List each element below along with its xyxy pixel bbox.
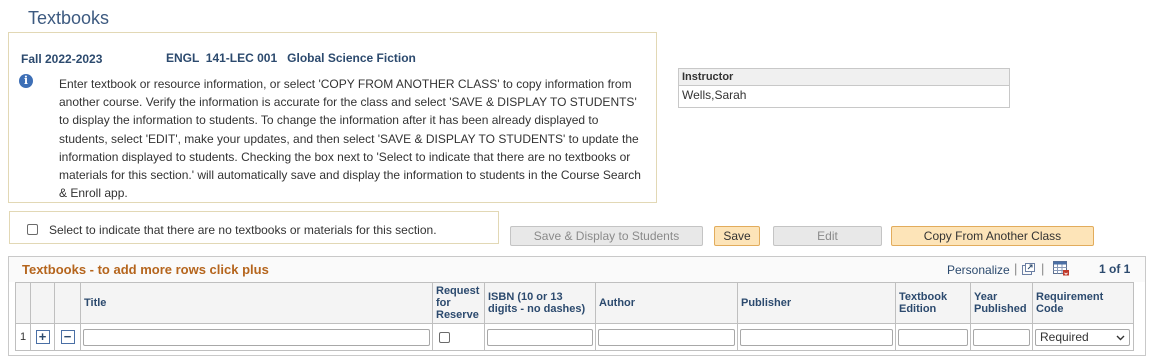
- new-window-icon[interactable]: [1022, 262, 1035, 275]
- requirement-code-value: Required: [1040, 330, 1089, 344]
- save-button[interactable]: Save: [714, 226, 760, 246]
- instructor-table: Instructor Wells,Sarah: [678, 68, 1010, 108]
- delete-row-button[interactable]: −: [60, 330, 75, 344]
- no-textbooks-label: Select to indicate that there are no tex…: [49, 223, 437, 237]
- grid-separator: |: [1041, 261, 1045, 276]
- no-textbooks-checkbox[interactable]: [27, 224, 38, 235]
- author-input[interactable]: [598, 328, 735, 346]
- add-row-button[interactable]: +: [35, 330, 50, 344]
- page-title: Textbooks: [28, 8, 110, 28]
- table-header-row: Title Request for Reserve ISBN (10 or 13…: [15, 282, 1134, 324]
- personalize-link[interactable]: Personalize: [947, 263, 1010, 277]
- delete-row-cell: −: [54, 323, 81, 351]
- edition-input[interactable]: [898, 328, 968, 346]
- row-number: 1: [15, 323, 31, 351]
- copy-from-another-class-button[interactable]: Copy From Another Class: [891, 226, 1094, 246]
- info-icon: i: [19, 74, 33, 88]
- instructor-header: Instructor: [679, 69, 1009, 86]
- term-label: Fall 2022-2023: [21, 52, 103, 66]
- requirement-code-select[interactable]: Required: [1035, 328, 1130, 346]
- grid-pager: 1 of 1: [1099, 262, 1131, 276]
- isbn-cell: [484, 323, 596, 351]
- publisher-cell: [737, 323, 896, 351]
- column-header-add: [30, 282, 55, 324]
- edit-button[interactable]: Edit: [773, 226, 882, 246]
- title-input[interactable]: [83, 328, 430, 346]
- chevron-down-icon: [1116, 330, 1125, 344]
- isbn-input[interactable]: [487, 328, 593, 346]
- course-section-label: ENGL 141-LEC 001 Global Science Fiction: [166, 51, 416, 65]
- column-header-reserve: Request for Reserve: [432, 282, 485, 324]
- author-cell: [595, 323, 738, 351]
- year-input[interactable]: [973, 328, 1030, 346]
- requirement-cell: Required: [1032, 323, 1134, 351]
- grid-title: Textbooks - to add more rows click plus: [22, 262, 269, 277]
- grid-separator: |: [1014, 261, 1018, 276]
- column-header-title: Title: [80, 282, 433, 324]
- column-header-isbn: ISBN (10 or 13 digits - no dashes): [484, 282, 596, 324]
- spreadsheet-download-icon[interactable]: [1053, 261, 1070, 276]
- column-header-requirement: Requirement Code: [1032, 282, 1134, 324]
- textbooks-table: Title Request for Reserve ISBN (10 or 13…: [15, 282, 1134, 351]
- year-cell: [970, 323, 1033, 351]
- column-header-author: Author: [595, 282, 738, 324]
- instructor-name: Wells,Sarah: [682, 88, 747, 102]
- column-header-edition: Textbook Edition: [895, 282, 971, 324]
- reserve-cell: [432, 323, 485, 351]
- column-header-delete: [54, 282, 81, 324]
- save-display-button[interactable]: Save & Display to Students: [510, 226, 703, 246]
- column-header-publisher: Publisher: [737, 282, 896, 324]
- title-cell: [80, 323, 433, 351]
- edition-cell: [895, 323, 971, 351]
- table-row: 1 + − Required: [15, 323, 1134, 351]
- column-header-year: Year Published: [970, 282, 1033, 324]
- add-row-cell: +: [30, 323, 55, 351]
- publisher-input[interactable]: [740, 328, 893, 346]
- request-reserve-checkbox[interactable]: [439, 331, 450, 343]
- column-header-row-number: [15, 282, 31, 324]
- instructions-text: Enter textbook or resource information, …: [59, 77, 641, 201]
